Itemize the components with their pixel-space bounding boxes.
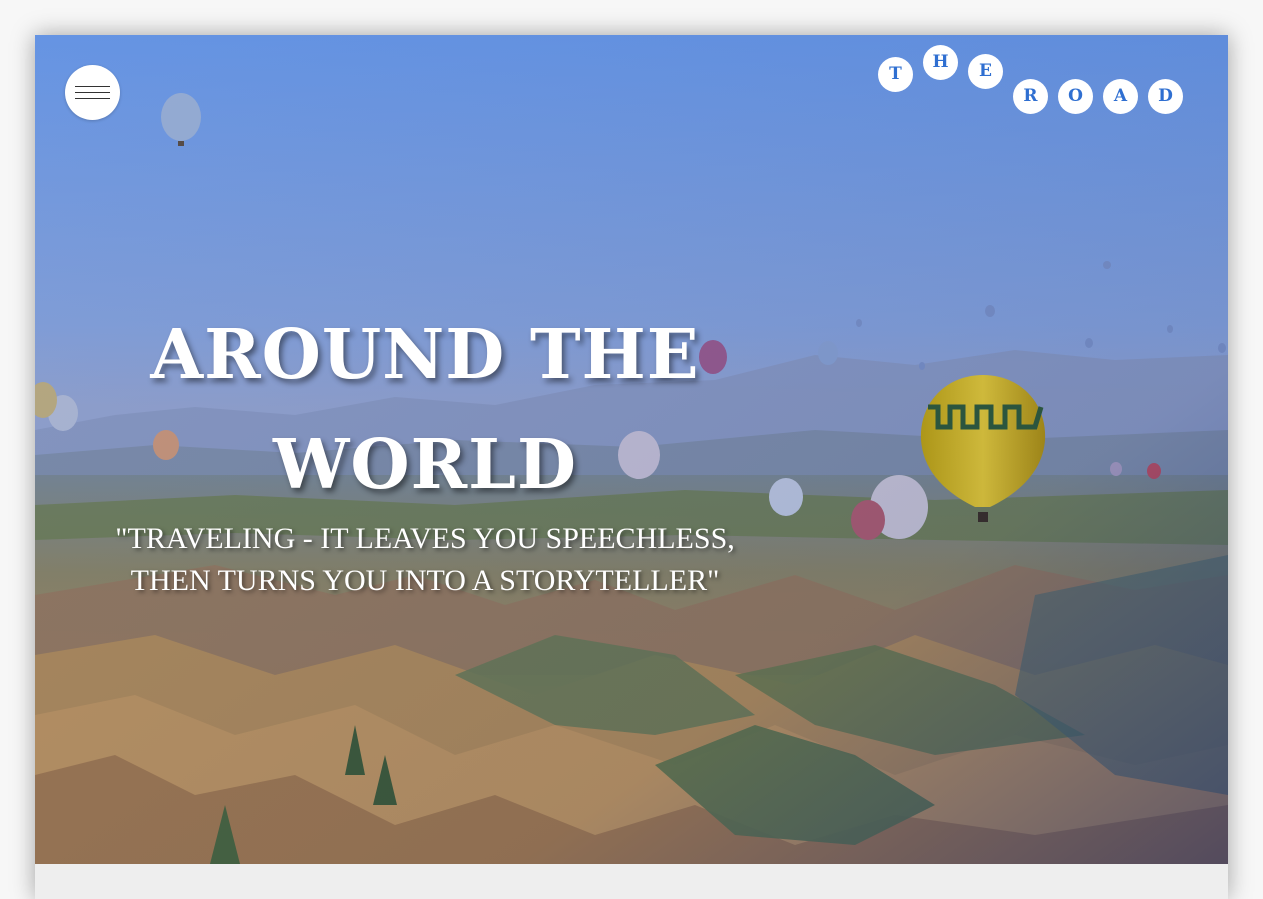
menu-button[interactable] (65, 65, 120, 120)
hero-quote-line1: "TRAVELING - IT LEAVES YOU SPEECHLESS, (115, 522, 735, 555)
logo-letter: T (878, 57, 913, 92)
logo-letter: H (923, 45, 958, 80)
hamburger-icon-bar (75, 92, 110, 93)
logo-letter: E (968, 54, 1003, 89)
hero-section: T H E R O A D AROUND THE WORLD "TRAVELIN… (35, 35, 1228, 864)
logo-letter: R (1013, 79, 1048, 114)
hero-quote: "TRAVELING - IT LEAVES YOU SPEECHLESS, T… (95, 518, 755, 602)
hero-title: AROUND THE WORLD (115, 300, 735, 520)
hamburger-icon (75, 86, 110, 87)
hero-title-line2: WORLD (273, 425, 577, 505)
hero-quote-line2: THEN TURNS YOU INTO A STORYTELLER" (130, 564, 720, 597)
hamburger-icon-bar (75, 98, 110, 99)
page: T H E R O A D AROUND THE WORLD "TRAVELIN… (35, 35, 1228, 899)
hero-title-line1: AROUND THE (150, 315, 700, 395)
logo-letter: A (1103, 79, 1138, 114)
logo-letter: O (1058, 79, 1093, 114)
logo-letter: D (1148, 79, 1183, 114)
